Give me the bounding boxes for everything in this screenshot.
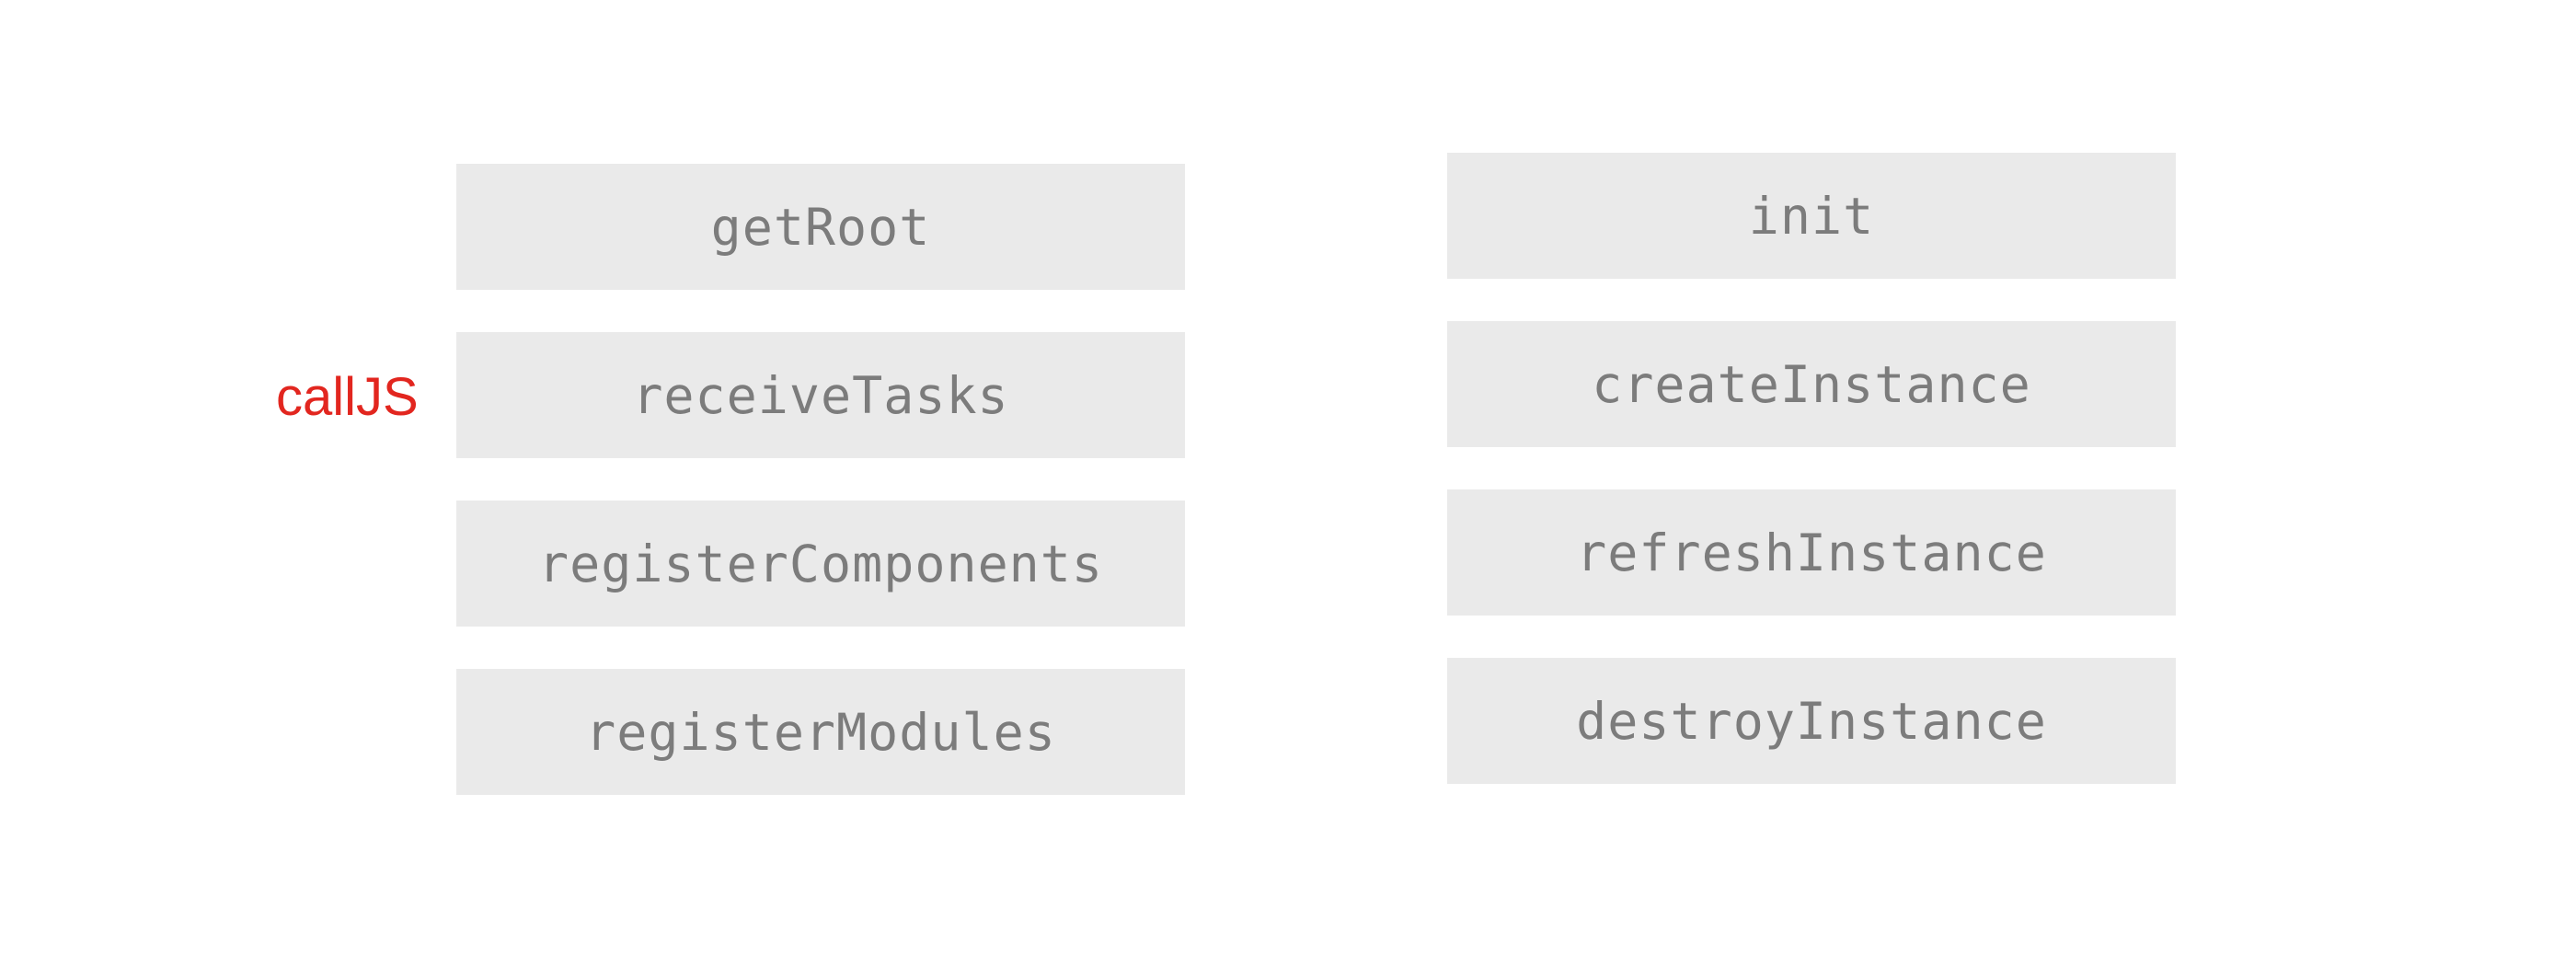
right-column: init createInstance refreshInstance dest… (1447, 153, 2176, 826)
registermodules-box: registerModules (456, 669, 1185, 795)
destroyinstance-box: destroyInstance (1447, 658, 2176, 784)
left-column: getRoot receiveTasks registerComponents … (456, 164, 1185, 837)
registercomponents-box: registerComponents (456, 501, 1185, 627)
init-box: init (1447, 153, 2176, 279)
getroot-box: getRoot (456, 164, 1185, 290)
receivetasks-box: receiveTasks (456, 332, 1185, 458)
refreshinstance-box: refreshInstance (1447, 489, 2176, 616)
calljs-label: callJS (276, 367, 419, 427)
createinstance-box: createInstance (1447, 321, 2176, 447)
